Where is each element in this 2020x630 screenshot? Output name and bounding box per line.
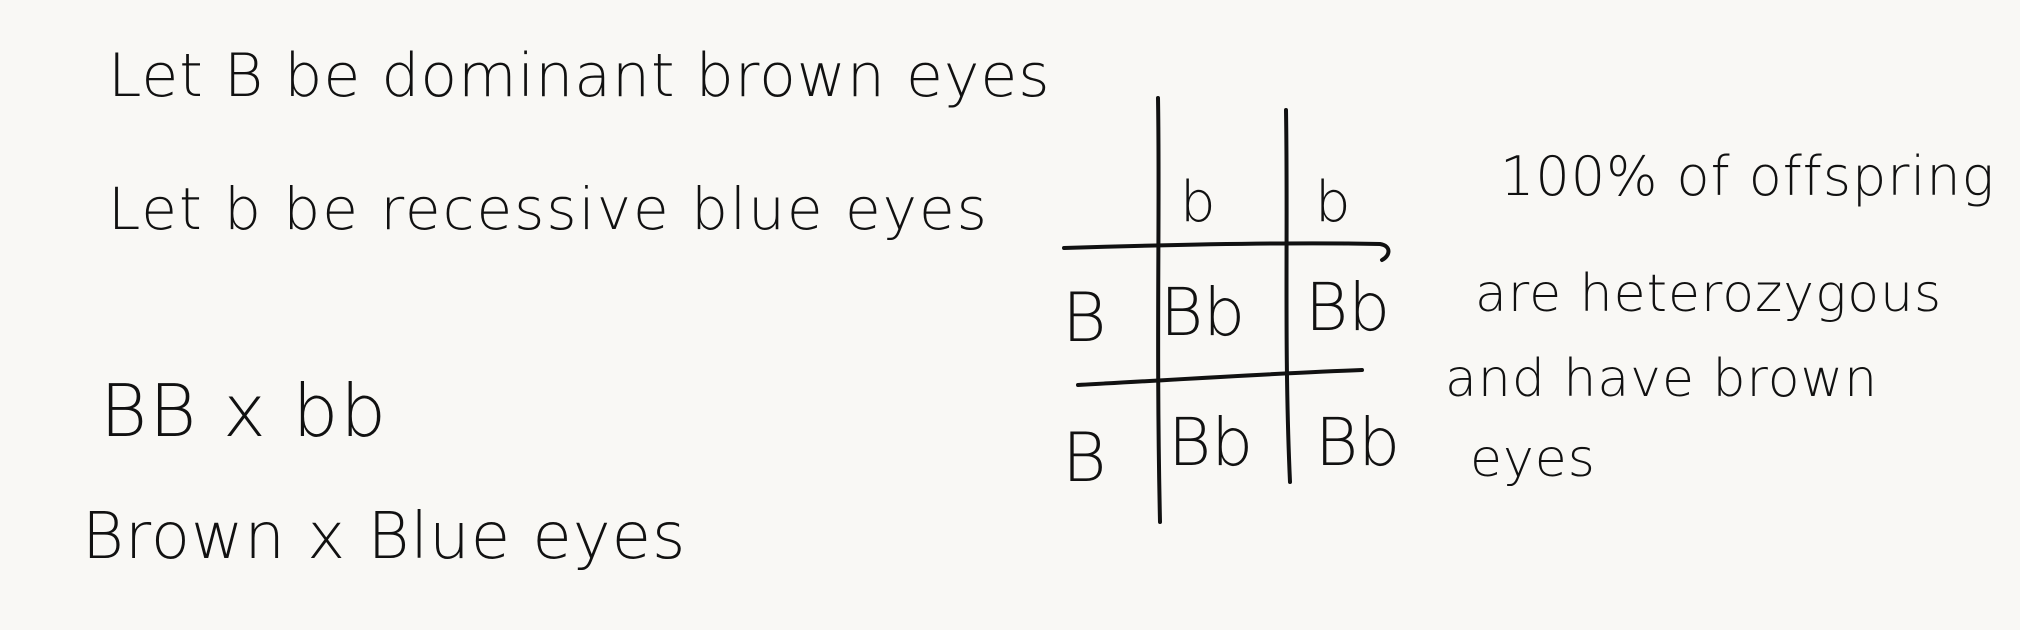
cross-phenotype: Brown x Blue eyes — [82, 500, 687, 574]
offspring-cell-1-1: Bb — [1160, 274, 1246, 351]
cross-genotype: BB x bb — [100, 369, 389, 453]
row-allele-1: B — [1062, 279, 1107, 358]
offspring-cell-1-2: Bb — [1305, 269, 1391, 346]
conclusion-line-4: eyes — [1470, 429, 1596, 489]
conclusion-line-3: and have brown — [1445, 349, 1879, 409]
row-allele-2: B — [1062, 419, 1107, 498]
offspring-cell-2-1: Bb — [1168, 404, 1254, 481]
column-allele-1: b — [1180, 170, 1216, 235]
grid-horizontal-line-bottom — [1076, 368, 1364, 387]
punnett-square: b b B B Bb Bb Bb Bb — [1050, 90, 1410, 530]
conclusion-line-1: 100% of offspring — [1500, 145, 1996, 208]
conclusion-line-2: are heterozygous — [1475, 264, 1943, 324]
offspring-cell-2-2: Bb — [1315, 404, 1401, 481]
recessive-allele-definition: Let b be recessive blue eyes — [108, 175, 989, 243]
grid-horizontal-line-top — [1062, 241, 1391, 262]
dominant-allele-definition: Let B be dominant brown eyes — [108, 41, 1051, 111]
column-allele-2: b — [1315, 170, 1351, 235]
handwritten-page: Let B be dominant brown eyes Let b be re… — [0, 0, 2020, 630]
grid-vertical-line-right — [1284, 108, 1292, 484]
